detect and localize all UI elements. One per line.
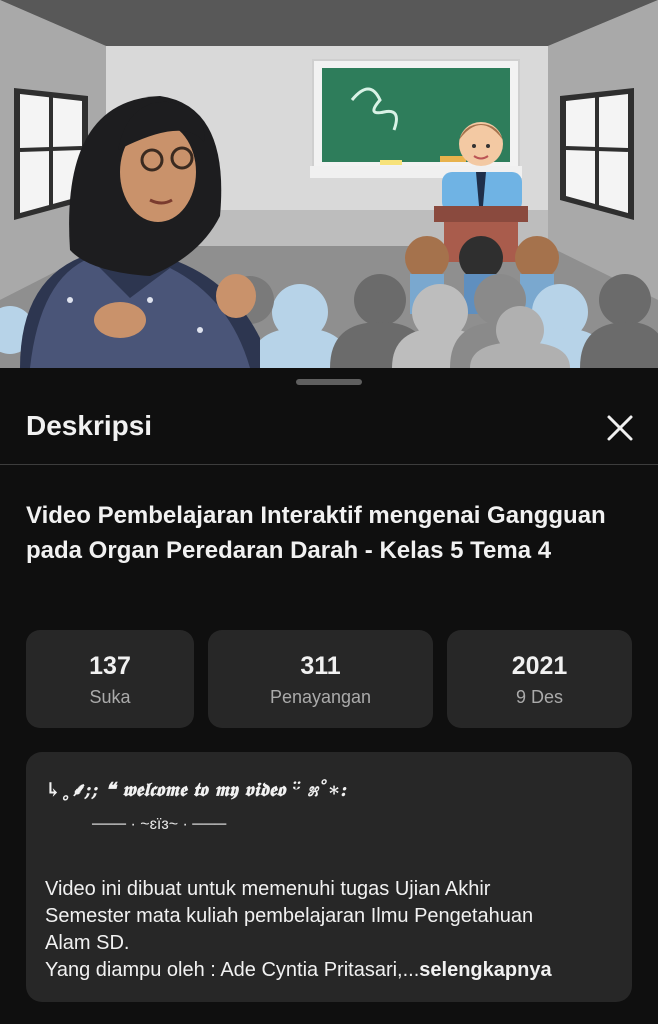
description-line: Yang diampu oleh : Ade Cyntia Pritasari,… (45, 959, 420, 981)
sheet-title: Deskripsi (26, 410, 153, 441)
description-line-last: Yang diampu oleh : Ade Cyntia Pritasari,… (45, 957, 625, 984)
description-sheet: Deskripsi Video Pembelajaran Interaktif … (0, 368, 658, 1024)
close-button[interactable] (600, 408, 640, 448)
sheet-header: Deskripsi (0, 398, 658, 464)
header-divider (0, 464, 658, 465)
views-count: 311 (300, 652, 341, 680)
show-more-button[interactable]: selengkapnya (419, 959, 551, 981)
description-line: Alam SD. (45, 932, 130, 954)
views-label: Penayangan (269, 687, 372, 707)
likes-count: 137 (89, 652, 131, 680)
description-line: Video ini dibuat untuk memenuhi tugas Uj… (45, 878, 491, 900)
description-line: Semester mata kuliah pembelajaran Ilmu P… (45, 905, 534, 927)
date-stat: 2021 9 Des (447, 630, 632, 728)
window-right (560, 88, 634, 220)
video-title: Video Pembelajaran Interaktif mengenai G… (26, 502, 606, 564)
likes-stat: 137 Suka (26, 630, 194, 728)
video-player[interactable] (0, 0, 658, 368)
drag-handle[interactable] (296, 379, 362, 385)
views-stat: 311 Penayangan (208, 630, 433, 728)
close-icon (607, 415, 633, 441)
likes-label: Suka (89, 687, 131, 707)
description-divider-text: ─── · ~ɛïɜ~ · ─── (92, 816, 227, 833)
video-frame-illustration (0, 0, 658, 368)
upload-year: 2021 (511, 652, 568, 680)
description-body: Video ini dibuat untuk memenuhi tugas Uj… (45, 876, 625, 984)
description-box[interactable]: ↳˳⸙;; ❝ 𝖜𝖊𝖑𝖈𝖔𝖒𝖊 𝖙𝖔 𝖒𝖞 𝖛𝖎𝖉𝖊𝖔 ᵕ̈ ೫˚∗: ─── … (26, 752, 632, 1002)
description-greeting: ↳˳⸙;; ❝ 𝖜𝖊𝖑𝖈𝖔𝖒𝖊 𝖙𝖔 𝖒𝖞 𝖛𝖎𝖉𝖊𝖔 ᵕ̈ ೫˚∗: (45, 779, 348, 801)
upload-date: 9 Des (515, 687, 564, 707)
